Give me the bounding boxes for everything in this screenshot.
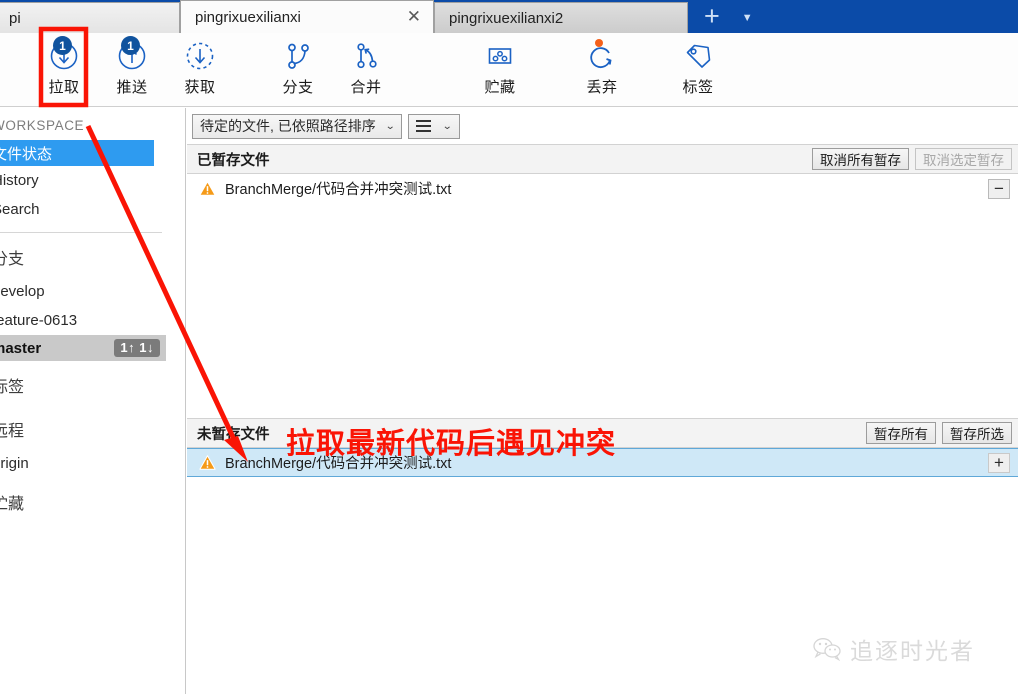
staged-files-list[interactable]: BranchMerge/代码合并冲突测试.txt −	[187, 174, 1018, 418]
toolbar-label: 合并	[350, 76, 381, 97]
sidebar-item-label: feature-0613	[0, 312, 77, 329]
toolbar-button-merge[interactable]: 合并	[332, 39, 400, 97]
tab-label: pingrixuexilianxi2	[449, 10, 563, 27]
callout-text: 拉取最新代码后遇见冲突	[286, 420, 616, 462]
unstaged-files-title: 未暂存文件	[197, 423, 270, 444]
toolbar-label: 分支	[282, 76, 313, 97]
sidebar-item-label: master	[0, 340, 41, 357]
unstage-all-button[interactable]: 取消所有暂存	[812, 148, 909, 170]
toolbar-label: 贮藏	[484, 76, 515, 97]
fetch-dashed-circle-icon	[183, 39, 217, 73]
sidebar-item-develop[interactable]: develop	[0, 277, 185, 306]
conflict-warning-icon	[199, 180, 216, 197]
sidebar-item-label: Search	[0, 201, 40, 218]
view-mode-dropdown[interactable]: ⌄	[408, 114, 459, 139]
sourcetree-window: pi pingrixuexilianxi ✕ pingrixuexilianxi…	[0, 0, 1018, 694]
stage-file-button[interactable]: +	[988, 453, 1010, 473]
toolbar-label: 标签	[682, 76, 713, 97]
sidebar-item-history[interactable]: History	[0, 166, 185, 195]
new-tab-plus-icon[interactable]: +	[704, 3, 720, 30]
sidebar-item-label: History	[0, 172, 39, 189]
staged-files-title: 已暂存文件	[197, 149, 270, 170]
sidebar-section-tags: 标签	[0, 361, 185, 405]
file-status-panel: 待定的文件, 已依照路径排序 ⌄ ⌄ 已暂存文件 取消所有暂存 取消选定暂存	[187, 108, 1018, 694]
push-badge: 1	[121, 36, 140, 55]
tab-pingrixuexilianxi[interactable]: pingrixuexilianxi ✕	[180, 0, 434, 33]
chevron-down-icon: ⌄	[442, 121, 452, 132]
tab-pingrixuexilianxi2[interactable]: pingrixuexilianxi2	[434, 2, 688, 33]
toolbar-button-tag[interactable]: 标签	[664, 39, 732, 97]
sidebar-item-file-status[interactable]: 文件状态	[0, 140, 154, 166]
sidebar-item-label: origin	[0, 455, 29, 472]
push-up-circle-icon: 1	[115, 39, 149, 73]
sidebar-item-label: develop	[0, 283, 45, 300]
conflict-warning-icon	[199, 454, 216, 471]
watermark-text: 追逐时光者	[850, 632, 975, 666]
sidebar-section-stashes: 贮藏	[0, 478, 185, 522]
stash-icon	[483, 39, 517, 73]
staged-files-header: 已暂存文件 取消所有暂存 取消选定暂存	[187, 144, 1018, 174]
sort-order-value: 待定的文件, 已依照路径排序	[200, 116, 376, 136]
sidebar-item-label: 文件状态	[0, 143, 52, 164]
unstage-file-button[interactable]: −	[988, 179, 1010, 199]
filter-toolbar: 待定的文件, 已依照路径排序 ⌄ ⌄	[187, 108, 1018, 144]
tab-bar: pi pingrixuexilianxi ✕ pingrixuexilianxi…	[0, 0, 1018, 33]
sidebar-item-origin[interactable]: origin	[0, 449, 185, 478]
toolbar-button-discard[interactable]: 丢弃	[568, 39, 636, 97]
toolbar-label: 获取	[184, 76, 215, 97]
sidebar-item-master[interactable]: master 1↑ 1↓	[0, 335, 166, 361]
branch-icon	[281, 39, 315, 73]
sidebar-item-feature-0613[interactable]: feature-0613	[0, 306, 185, 335]
file-path: BranchMerge/代码合并冲突测试.txt	[225, 178, 988, 199]
toolbar-button-branch[interactable]: 分支	[264, 39, 332, 97]
discard-refresh-icon	[585, 39, 619, 73]
chevron-down-icon: ⌄	[385, 121, 395, 132]
sidebar-item-search[interactable]: Search	[0, 195, 185, 224]
tab-label: pingrixuexilianxi	[195, 9, 301, 26]
toolbar-label: 拉取	[48, 76, 79, 97]
toolbar-button-push[interactable]: 1 推送	[98, 39, 166, 97]
sidebar-section-remotes: 远程	[0, 405, 185, 449]
pull-down-circle-icon: 1	[47, 39, 81, 73]
unstaged-files-list[interactable]: BranchMerge/代码合并冲突测试.txt +	[187, 448, 1018, 628]
sidebar-section-workspace: WORKSPACE	[0, 108, 185, 140]
sort-order-dropdown[interactable]: 待定的文件, 已依照路径排序 ⌄	[192, 114, 402, 139]
stage-selected-button[interactable]: 暂存所选	[942, 422, 1012, 444]
table-row[interactable]: BranchMerge/代码合并冲突测试.txt −	[187, 174, 1018, 203]
chevron-down-icon[interactable]: ▼	[742, 12, 753, 24]
staged-actions: 取消所有暂存 取消选定暂存	[812, 148, 1012, 170]
toolbar-button-stash[interactable]: 贮藏	[466, 39, 534, 97]
unstaged-actions: 暂存所有 暂存所选	[866, 422, 1012, 444]
toolbar-button-fetch[interactable]: 获取	[166, 39, 234, 97]
left-sidebar[interactable]: WORKSPACE 文件状态 History Search 分支 develop…	[0, 108, 186, 694]
wechat-icon	[812, 637, 842, 661]
unstage-selected-button[interactable]: 取消选定暂存	[915, 148, 1012, 170]
toolbar-label: 丢弃	[586, 76, 617, 97]
tag-icon	[681, 39, 715, 73]
close-icon[interactable]: ✕	[407, 9, 421, 26]
watermark: 追逐时光者	[812, 632, 975, 666]
tab-label: pi	[9, 10, 21, 27]
sidebar-section-branches: 分支	[0, 233, 185, 277]
merge-icon	[349, 39, 383, 73]
discard-status-dot	[595, 39, 603, 47]
stage-all-button[interactable]: 暂存所有	[866, 422, 936, 444]
tab-pi[interactable]: pi	[0, 2, 180, 33]
pull-badge: 1	[53, 36, 72, 55]
main-toolbar: 1 拉取 1 推送 获取	[0, 33, 1018, 107]
toolbar-label: 推送	[116, 76, 147, 97]
toolbar-button-pull[interactable]: 1 拉取	[30, 39, 98, 97]
ahead-behind-badge: 1↑ 1↓	[114, 339, 160, 357]
list-view-icon	[416, 120, 431, 132]
